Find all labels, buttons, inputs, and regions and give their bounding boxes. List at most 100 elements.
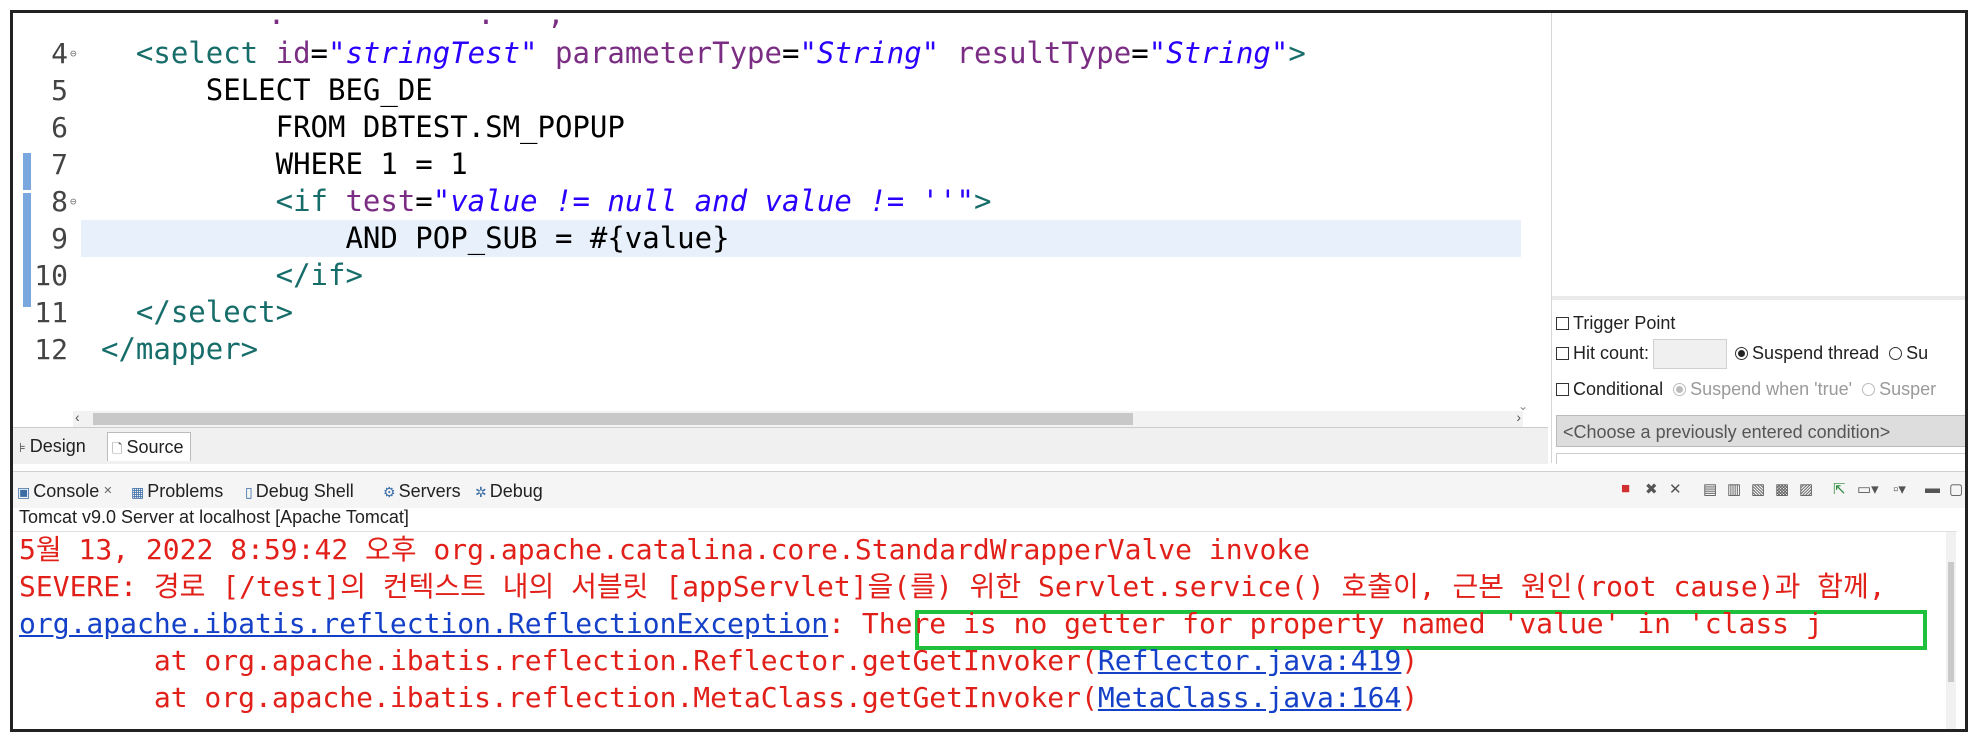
code-token: >: [974, 184, 992, 218]
show-on-output-icon[interactable]: ▩: [1775, 480, 1789, 498]
code-text: AND POP_SUB = #{value}: [101, 220, 730, 257]
minimize-icon[interactable]: ▬: [1925, 480, 1940, 497]
tab-design[interactable]: ⊧ Design: [15, 432, 92, 460]
code-line[interactable]: 8 ⊖ <if test="value != null and value != …: [13, 183, 1523, 220]
tab-label: Console: [33, 481, 100, 501]
code-token: FROM DBTEST.SM_POPUP: [275, 110, 625, 144]
code-token: "String": [1148, 36, 1289, 70]
code-token: id: [275, 36, 311, 70]
tab-console[interactable]: ▣ Console ✕: [17, 478, 113, 504]
fold-icon[interactable]: ⊖: [70, 35, 77, 72]
tab-source-label: Source: [126, 437, 184, 457]
horizontal-scrollbar[interactable]: ‹ ›: [73, 409, 1523, 427]
hit-count-input[interactable]: [1653, 339, 1728, 369]
word-wrap-icon[interactable]: ▧: [1751, 480, 1765, 498]
display-console-icon[interactable]: ▭▾: [1857, 480, 1879, 498]
stack-source-link[interactable]: MetaClass.java:164: [1098, 681, 1401, 714]
scroll-right-icon[interactable]: ›: [1516, 409, 1521, 425]
code-line[interactable]: 5 SELECT BEG_DE: [13, 72, 1523, 109]
code-line[interactable]: 9 AND POP_SUB = #{value}: [13, 220, 1523, 257]
code-token: =: [781, 36, 800, 70]
hit-count-checkbox[interactable]: [1556, 346, 1569, 360]
console-line: at org.apache.ibatis.reflection.Reflecto…: [19, 644, 1419, 677]
tab-source[interactable]: 🗋 Source: [107, 432, 191, 461]
code-text: WHERE 1 = 1: [101, 146, 468, 183]
code-text: FROM DBTEST.SM_POPUP: [101, 109, 625, 146]
tab-debug[interactable]: ✲ Debug: [475, 478, 543, 504]
console-icon: ▣: [17, 484, 31, 500]
clear-console-icon[interactable]: ▤: [1703, 480, 1717, 498]
code-token: =: [415, 184, 433, 218]
xml-editor[interactable]: " . . , ⌄ ‹ › 4 ⊖ <select id="stringTest"…: [13, 13, 1548, 427]
code-line[interactable]: 7 WHERE 1 = 1: [13, 146, 1523, 183]
fold-icon[interactable]: ⊖: [70, 183, 77, 220]
code-token: "stringTest": [328, 36, 538, 70]
code-token: "String": [799, 36, 940, 70]
design-icon: ⊧: [19, 440, 26, 455]
scroll-left-icon[interactable]: ‹: [75, 409, 80, 425]
console-output[interactable]: 5월 13, 2022 8:59:42 오후 org.apache.catali…: [13, 531, 1957, 729]
remove-all-icon[interactable]: ✕: [1669, 480, 1682, 498]
code-token: "value != null and value != ''": [432, 184, 975, 218]
code-line[interactable]: 12 </mapper>: [13, 331, 1523, 368]
line-number: 9: [51, 222, 68, 255]
tab-debug-shell[interactable]: ▯ Debug Shell: [245, 478, 354, 504]
pin-console-icon[interactable]: ⇱: [1833, 480, 1846, 498]
trigger-point-checkbox[interactable]: Trigger Point: [1556, 313, 1675, 334]
tab-label: Problems: [147, 481, 224, 501]
code-text: </if>: [101, 257, 363, 294]
condition-history-dropdown[interactable]: <Choose a previously entered condition>: [1556, 415, 1965, 447]
line-number: 6: [51, 111, 68, 144]
console-scroll-thumb[interactable]: [1948, 562, 1954, 682]
breakpoint-properties-panel: Trigger Point Hit count: Suspend thread S…: [1551, 13, 1965, 464]
console-title: Tomcat v9.0 Server at localhost [Apache …: [19, 507, 409, 527]
ide-window: " . . , ⌄ ‹ › 4 ⊖ <select id="stringTest"…: [10, 10, 1968, 732]
suspend-thread-radio[interactable]: [1735, 346, 1749, 360]
console-scrollbar[interactable]: [1946, 532, 1956, 729]
terminate-icon[interactable]: ■: [1621, 480, 1630, 497]
suspend-thread-label: Suspend thread: [1752, 342, 1880, 363]
code-line[interactable]: 6 FROM DBTEST.SM_POPUP: [13, 109, 1523, 146]
code-text: SELECT BEG_DE: [101, 72, 433, 109]
suspend-when-true-label: Suspend when 'true': [1690, 379, 1853, 399]
code-token: AND POP_SUB = #{value}: [345, 221, 730, 255]
condition-editor[interactable]: [1556, 453, 1965, 464]
code-token: </select>: [135, 295, 294, 329]
suspend-vm-radio[interactable]: [1889, 346, 1903, 360]
bottom-panel-tabs: ■ ✖ ✕ ▤ ▥ ▧ ▩ ▨ ⇱ ▭▾ ▫▾ ▬ ▢ ▣ Console ✕ ▦ Pr…: [13, 471, 1965, 508]
line-number: 4: [51, 37, 68, 70]
servers-icon: ⚙: [383, 484, 396, 500]
open-console-icon[interactable]: ▫▾: [1893, 480, 1906, 498]
suspend-when-changed-radio[interactable]: [1862, 383, 1876, 396]
tab-servers[interactable]: ⚙ Servers: [383, 478, 461, 504]
show-on-error-icon[interactable]: ▨: [1799, 480, 1813, 498]
conditional-checkbox[interactable]: [1556, 383, 1569, 396]
suspend-when-true-radio[interactable]: [1673, 383, 1687, 396]
tab-problems[interactable]: ▦ Problems: [131, 478, 223, 504]
code-line[interactable]: 10 </if>: [13, 257, 1523, 294]
exception-link[interactable]: org.apache.ibatis.reflection.ReflectionE…: [19, 607, 828, 640]
console-line: at org.apache.ibatis.reflection.MetaClas…: [19, 681, 1419, 714]
code-line[interactable]: 11 </select>: [13, 294, 1523, 331]
close-icon[interactable]: ✕: [103, 485, 112, 497]
code-token: >: [1288, 36, 1306, 70]
scroll-lock-icon[interactable]: ▥: [1727, 480, 1741, 498]
suspend-when-changed-label: Susper: [1879, 379, 1937, 399]
maximize-icon[interactable]: ▢: [1949, 480, 1963, 498]
code-token: parameterType: [554, 36, 782, 70]
conditional-row: Conditional Suspend when 'true' Susper: [1556, 379, 1936, 400]
code-text: <if test="value != null and value != ''"…: [101, 183, 992, 220]
code-token: SELECT BEG_DE: [205, 73, 433, 107]
code-line[interactable]: 4 ⊖ <select id="stringTest" parameterType…: [13, 35, 1523, 72]
remove-launch-icon[interactable]: ✖: [1645, 480, 1658, 498]
code-token: </mapper>: [101, 332, 259, 366]
scroll-thumb[interactable]: [93, 413, 1133, 425]
code-token: test: [345, 184, 416, 218]
code-token: <if: [275, 184, 346, 218]
stack-source-link[interactable]: Reflector.java:419: [1098, 644, 1401, 677]
line-number: 10: [34, 259, 68, 292]
tab-label: Debug: [489, 481, 543, 501]
tab-label: Debug Shell: [255, 481, 354, 501]
editor-mode-tabs: ⊧ Design 🗋 Source: [13, 427, 1548, 464]
